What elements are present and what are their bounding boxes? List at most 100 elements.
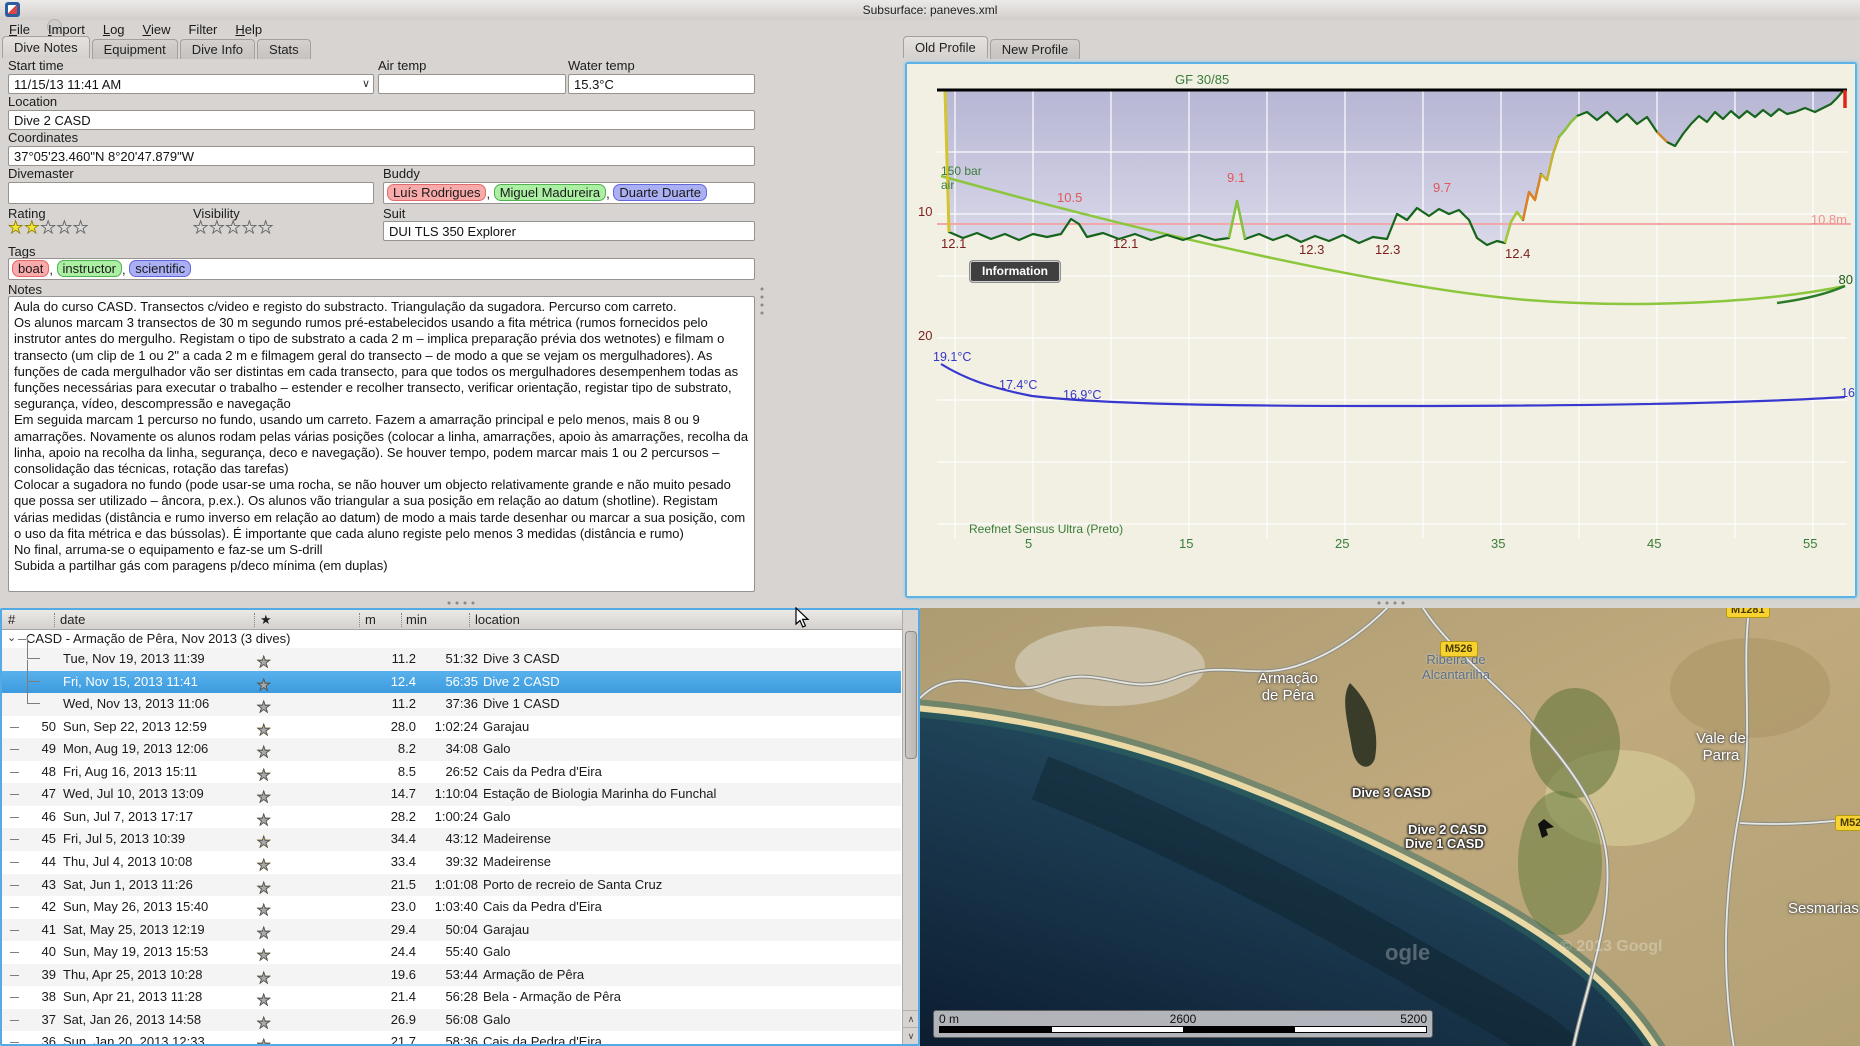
star-icon: ★	[257, 902, 272, 920]
star-icon: ★	[257, 992, 272, 1010]
dive-list[interactable]: # date ★ m min location ⌄ CASD - Armação…	[0, 608, 920, 1046]
horizontal-splitter-handle[interactable]	[1375, 601, 1405, 605]
title-bar[interactable]: Subsurface: paneves.xml	[0, 0, 1860, 20]
dive-row[interactable]: 40 Sun, May 19, 2013 15:53 ★ ★ ★ ★ ★ 24.4 55…	[2, 941, 901, 965]
scroll-down-button[interactable]: ∨	[903, 1027, 918, 1044]
dive-row[interactable]: 42 Sun, May 26, 2013 15:40 ★ ★ ★ ★ ★ 23.0 1:…	[2, 896, 901, 919]
vertical-splitter-handle[interactable]	[760, 285, 764, 315]
dive-profile-chart[interactable]: GF 30/85 10 20 150 bar air 10.8m 80 10.5…	[905, 62, 1857, 598]
dive-row[interactable]: Fri, Nov 15, 2013 11:41 ★ ★ ★ ★ ★ 12.4 56:35…	[2, 659, 901, 694]
chip-luís-rodrigues[interactable]: Luís Rodrigues	[387, 184, 487, 201]
chip-miguel-madureira[interactable]: Miguel Madureira	[493, 184, 607, 201]
dive-date: Tue, Nov 19, 2013 11:39	[63, 651, 205, 666]
coordinates-field[interactable]	[8, 146, 755, 166]
dive-row[interactable]: 46 Sun, Jul 7, 2013 17:17 ★ ★ ★ ★ ★ 28.2 1:0…	[2, 805, 901, 829]
tab-dive-notes[interactable]: Dive Notes	[2, 36, 90, 58]
rating-stars[interactable]: ★★★★★	[8, 218, 89, 238]
scrollbar-thumb[interactable]	[905, 631, 917, 759]
star-icon[interactable]: ★	[73, 218, 89, 238]
start-time-combobox[interactable]	[8, 74, 374, 94]
notes-textarea[interactable]: Aula do curso CASD. Transectos c/video e…	[8, 296, 755, 592]
dive-row[interactable]: 48 Fri, Aug 16, 2013 15:11 ★ ★ ★ ★ ★ 8.5 26:…	[2, 760, 901, 784]
dive-site-map[interactable]: Armação de Pêra Ribeira de Alcantarilha …	[920, 608, 1860, 1046]
dive-row[interactable]: 41 Sat, May 25, 2013 12:19 ★ ★ ★ ★ ★ 29.4 50…	[2, 918, 901, 942]
dive-row[interactable]: 45 Fri, Jul 5, 2013 10:39 ★ ★ ★ ★ ★ 34.4 43:…	[2, 828, 901, 852]
star-icon[interactable]: ★	[40, 218, 57, 238]
dive-date: Sat, Jan 26, 2013 14:58	[63, 1011, 202, 1027]
chip-instructor[interactable]: instructor	[56, 260, 123, 277]
star-icon[interactable]: ★	[193, 218, 209, 238]
dive-row[interactable]: 38 Sun, Apr 21, 2013 11:28 ★ ★ ★ ★ ★ 21.4 56…	[2, 986, 901, 1010]
chip-boat[interactable]: boat	[12, 260, 50, 277]
star-icon[interactable]: ★	[241, 218, 258, 238]
dive-row[interactable]: Tue, Nov 19, 2013 11:39 ★ ★ ★ ★ ★ 11.2 51:32…	[2, 637, 901, 671]
horizontal-splitter-handle[interactable]	[445, 601, 475, 605]
star-icon[interactable]: ★	[8, 218, 24, 238]
tab-equipment[interactable]: Equipment	[91, 39, 178, 59]
star-icon[interactable]: ★	[56, 218, 73, 238]
dive-date: Wed, Nov 13, 2013 11:06	[63, 696, 210, 712]
tree-stub	[10, 839, 19, 841]
star-icon: ★	[257, 811, 272, 829]
star-icon[interactable]: ★	[225, 218, 242, 238]
dive-row[interactable]: 50 Sun, Sep 22, 2013 12:59 ★ ★ ★ ★ ★ 28.0 1:…	[2, 715, 901, 739]
dive-flag-3[interactable]: Dive 3 CASD	[1352, 785, 1431, 800]
map-vale-label: Vale de Parra	[1696, 730, 1746, 764]
dive-flag-2[interactable]: Dive 2 CASD	[1408, 822, 1487, 837]
star-icon[interactable]: ★	[24, 218, 40, 238]
star-icon[interactable]: ★	[209, 218, 225, 238]
divemaster-label: Divemaster	[8, 166, 74, 181]
menu-view[interactable]: View	[134, 20, 180, 38]
dive-location: Madeirense	[483, 831, 551, 847]
chip-scientific[interactable]: scientific	[129, 260, 192, 277]
dive-location: Cais da Pedra d'Eira	[483, 763, 602, 779]
chevron-down-icon[interactable]: ∨	[362, 77, 370, 90]
buddy-field[interactable]: Luís Rodrigues, Miguel Madureira, Duarte…	[383, 182, 755, 204]
dive-row[interactable]: 36 Sun, Jan 20, 2013 12:33 ★ ★ ★ ★ ★ 21.7 58…	[2, 1031, 901, 1046]
dive-list-scrollbar[interactable]: ∧ ∨	[902, 610, 918, 1044]
tab-dive-info[interactable]: Dive Info	[179, 39, 256, 59]
air-temp-field[interactable]	[378, 74, 566, 94]
dive-row[interactable]: 44 Thu, Jul 4, 2013 10:08 ★ ★ ★ ★ ★ 33.4 39:…	[2, 850, 901, 874]
dive-location: Galo	[483, 1011, 511, 1027]
menu-help[interactable]: Help	[226, 20, 271, 38]
scroll-up-button[interactable]: ∧	[903, 1010, 918, 1027]
divemaster-field[interactable]	[8, 182, 374, 204]
water-temp-field[interactable]	[568, 74, 755, 94]
dive-duration: 58:36	[445, 1034, 478, 1046]
dive-row[interactable]: 47 Wed, Jul 10, 2013 13:09 ★ ★ ★ ★ ★ 14.7 1:…	[2, 783, 901, 807]
copyright-watermark: © 2013 Googl	[1560, 938, 1663, 955]
tab-old-profile[interactable]: Old Profile	[903, 36, 988, 58]
star-icon: ★	[257, 879, 272, 897]
dive-date: Sat, Jun 1, 2013 11:26	[63, 876, 193, 892]
tree-connector	[27, 682, 40, 705]
dive-duration: 53:44	[445, 966, 478, 982]
tree-stub	[10, 861, 19, 863]
tab-stats[interactable]: Stats	[257, 39, 311, 59]
suit-field[interactable]	[383, 221, 755, 241]
star-icon[interactable]: ★	[258, 218, 274, 238]
dive-number: 43	[41, 876, 56, 892]
tree-stub	[10, 884, 19, 886]
menu-log[interactable]: Log	[94, 20, 134, 38]
menu-filter[interactable]: Filter	[179, 20, 226, 38]
visibility-stars[interactable]: ★★★★★	[193, 218, 274, 238]
dive-row[interactable]: 43 Sat, Jun 1, 2013 11:26 ★ ★ ★ ★ ★ 21.5 1:0…	[2, 873, 901, 897]
star-icon: ★	[257, 947, 272, 965]
dive-flag-1[interactable]: Dive 1 CASD	[1405, 836, 1484, 851]
dive-row[interactable]: 49 Mon, Aug 19, 2013 12:06 ★ ★ ★ ★ ★ 8.2 34:…	[2, 738, 901, 762]
dive-row[interactable]: 39 Thu, Apr 25, 2013 10:28 ★ ★ ★ ★ ★ 19.6 53…	[2, 963, 901, 987]
chip-duarte-duarte[interactable]: Duarte Duarte	[613, 184, 708, 201]
depth-ann-peak: 9.7	[1433, 180, 1452, 195]
dive-notes-panel: Start time ∨ Air temp Water temp Locatio…	[0, 58, 765, 605]
road-badge-m526: M526	[1440, 641, 1478, 657]
location-field[interactable]	[8, 110, 755, 130]
dive-duration: 51:32	[445, 651, 478, 666]
tab-new-profile[interactable]: New Profile	[989, 39, 1081, 59]
dive-duration: 1:02:24	[434, 718, 478, 734]
dive-row[interactable]: Wed, Nov 13, 2013 11:06 ★ ★ ★ ★ ★ 11.2 37:36…	[2, 682, 901, 716]
dive-row[interactable]: 37 Sat, Jan 26, 2013 14:58 ★ ★ ★ ★ ★ 26.9 56…	[2, 1008, 901, 1032]
scale-end: 5200	[1400, 1012, 1427, 1026]
dive-location: Cais da Pedra d'Eira	[483, 899, 602, 915]
tags-field[interactable]: boat, instructor, scientific	[8, 258, 755, 280]
